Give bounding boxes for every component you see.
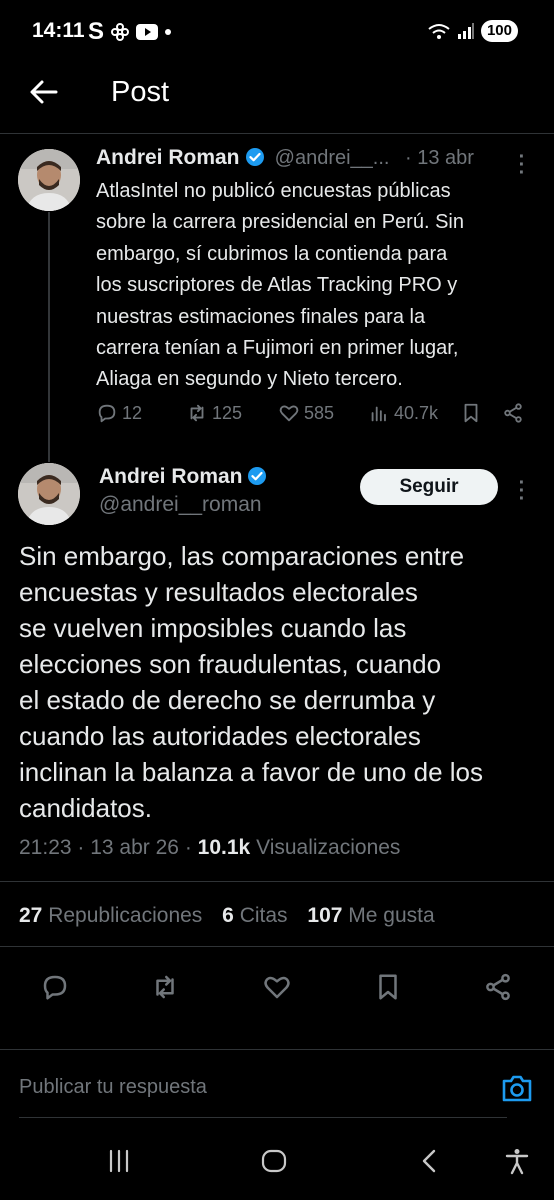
flower-icon xyxy=(111,23,130,41)
more-options-icon[interactable]: · · · xyxy=(516,147,528,183)
avatar[interactable] xyxy=(18,149,80,211)
reply-underline xyxy=(19,1117,507,1118)
verified-badge-icon xyxy=(246,148,265,166)
analytics-icon xyxy=(371,406,386,422)
tweet1-actions: 12 125 585 40.7k xyxy=(96,402,536,432)
tweet-line: encuestas y resultados electorales xyxy=(19,577,418,607)
wifi-icon xyxy=(428,24,450,39)
avatar[interactable] xyxy=(18,463,80,525)
bookmark-icon xyxy=(464,403,478,423)
quotes-stat[interactable]: 6 Citas xyxy=(222,904,287,927)
engagement-stats: 27 Republicaciones 6 Citas 107 Me gusta xyxy=(19,904,435,928)
tweet-line: los suscriptores de Atlas Tracking PRO y xyxy=(96,274,458,297)
like-button[interactable]: 585 xyxy=(278,402,334,424)
likes-count: 107 xyxy=(307,904,343,927)
meta-divider xyxy=(0,881,554,882)
tweet-line: Sin embargo, las comparaciones entre xyxy=(19,541,465,571)
tweet-line: sobre la carrera presidencial en Perú. S… xyxy=(96,211,464,234)
views-label[interactable]: Visualizaciones xyxy=(256,836,400,859)
repost-icon xyxy=(190,404,204,422)
tweet-line: nuestras estimaciones finales para la xyxy=(96,305,426,328)
page-title: Post xyxy=(111,76,170,108)
more-options-icon[interactable]: · · · xyxy=(516,473,528,509)
status-bar: 14:11 S 100 xyxy=(0,0,554,60)
tweet-line: Aliaga en segundo y Nieto tercero. xyxy=(96,368,403,391)
quotes-count: 6 xyxy=(222,904,234,927)
tweet-date: · 13 abr xyxy=(405,147,474,169)
actions-divider xyxy=(0,1049,554,1050)
tweet-line: elecciones son fraudulentas, cuando xyxy=(19,649,442,679)
author-name[interactable]: Andrei Roman xyxy=(99,465,243,488)
signal-icon xyxy=(457,23,474,39)
reply-count: 12 xyxy=(122,402,143,423)
tweet-line: cuando las autoridades electorales xyxy=(19,721,421,751)
tweet-line: el estado de derecho se derrumba y xyxy=(19,685,436,715)
author-handle[interactable]: @andrei__roman xyxy=(99,493,262,517)
repost-icon[interactable] xyxy=(150,972,180,1002)
likes-label: Me gusta xyxy=(348,904,435,927)
author-name[interactable]: Andrei Roman xyxy=(96,146,240,169)
reposts-count: 27 xyxy=(19,904,43,927)
verified-badge-icon xyxy=(247,467,266,485)
post-date: 13 abr 26 xyxy=(90,836,179,859)
share-icon[interactable] xyxy=(483,972,513,1002)
share-icon xyxy=(504,403,522,423)
tweet-line: embargo, sí cubrimos la contienda para xyxy=(96,242,448,265)
views-count: 40.7k xyxy=(394,402,439,423)
youtube-icon xyxy=(136,24,159,40)
reply-input[interactable]: Publicar tu respuesta xyxy=(19,1076,207,1099)
author-handle[interactable]: @andrei__... xyxy=(275,147,390,169)
back-nav-icon[interactable] xyxy=(416,1147,444,1175)
share-button[interactable] xyxy=(502,402,524,424)
camera-icon[interactable] xyxy=(501,1073,533,1103)
status-right-icons: 100 xyxy=(427,20,518,42)
reply-icon[interactable] xyxy=(40,972,70,1002)
bookmark-icon[interactable] xyxy=(373,972,403,1002)
reposts-stat[interactable]: 27 Republicaciones xyxy=(19,904,202,927)
thread-line xyxy=(48,212,50,462)
tweet1-text: AtlasIntel no publicó encuestas públicas… xyxy=(96,176,536,396)
stats-divider xyxy=(0,946,554,947)
reply-button[interactable]: 12 xyxy=(96,402,142,424)
tweet-line: candidatos. xyxy=(19,793,152,823)
likes-stat[interactable]: 107 Me gusta xyxy=(307,904,434,927)
accessibility-icon[interactable] xyxy=(503,1147,531,1175)
tweet1-header: Andrei Roman @andrei__... · 13 abr xyxy=(96,146,474,170)
back-arrow-icon[interactable] xyxy=(28,76,60,108)
quotes-label: Citas xyxy=(239,904,288,927)
tweet-meta: 21:23 · 13 abr 26 · 10.1k Visualizacione… xyxy=(19,836,401,859)
tweet-line: inclinan la balanza a favor de uno de lo… xyxy=(19,757,483,787)
recent-apps-icon[interactable] xyxy=(105,1147,133,1175)
tweet-line: carrera tenían a Fujimori en primer luga… xyxy=(96,337,459,360)
status-time: 14:11 xyxy=(32,19,85,42)
views-button[interactable]: 40.7k xyxy=(368,402,438,424)
repost-count: 125 xyxy=(212,402,243,423)
tweet-line: AtlasIntel no publicó encuestas públicas xyxy=(96,180,451,202)
header-divider xyxy=(0,133,554,134)
tweet-line: se vuelven imposibles cuando las xyxy=(19,613,407,643)
repost-button[interactable]: 125 xyxy=(186,402,242,424)
like-count: 585 xyxy=(304,402,335,423)
reply-icon xyxy=(98,404,116,423)
tweet2-author: Andrei Roman xyxy=(99,465,267,489)
s-app-icon: S xyxy=(88,18,105,45)
battery-badge: 100 xyxy=(480,20,518,42)
post-time: 21:23 xyxy=(19,836,72,859)
status-left-icons: S xyxy=(88,18,172,46)
dot-icon xyxy=(165,29,172,35)
home-icon[interactable] xyxy=(260,1147,288,1175)
views-count: 10.1k xyxy=(197,836,251,859)
bookmark-button[interactable] xyxy=(460,402,482,424)
tweet2-text: Sin embargo, las comparaciones entre enc… xyxy=(19,538,539,826)
heart-icon[interactable] xyxy=(262,972,292,1002)
follow-button[interactable]: Seguir xyxy=(360,469,498,505)
reposts-label: Republicaciones xyxy=(48,904,203,927)
heart-icon xyxy=(279,405,299,422)
